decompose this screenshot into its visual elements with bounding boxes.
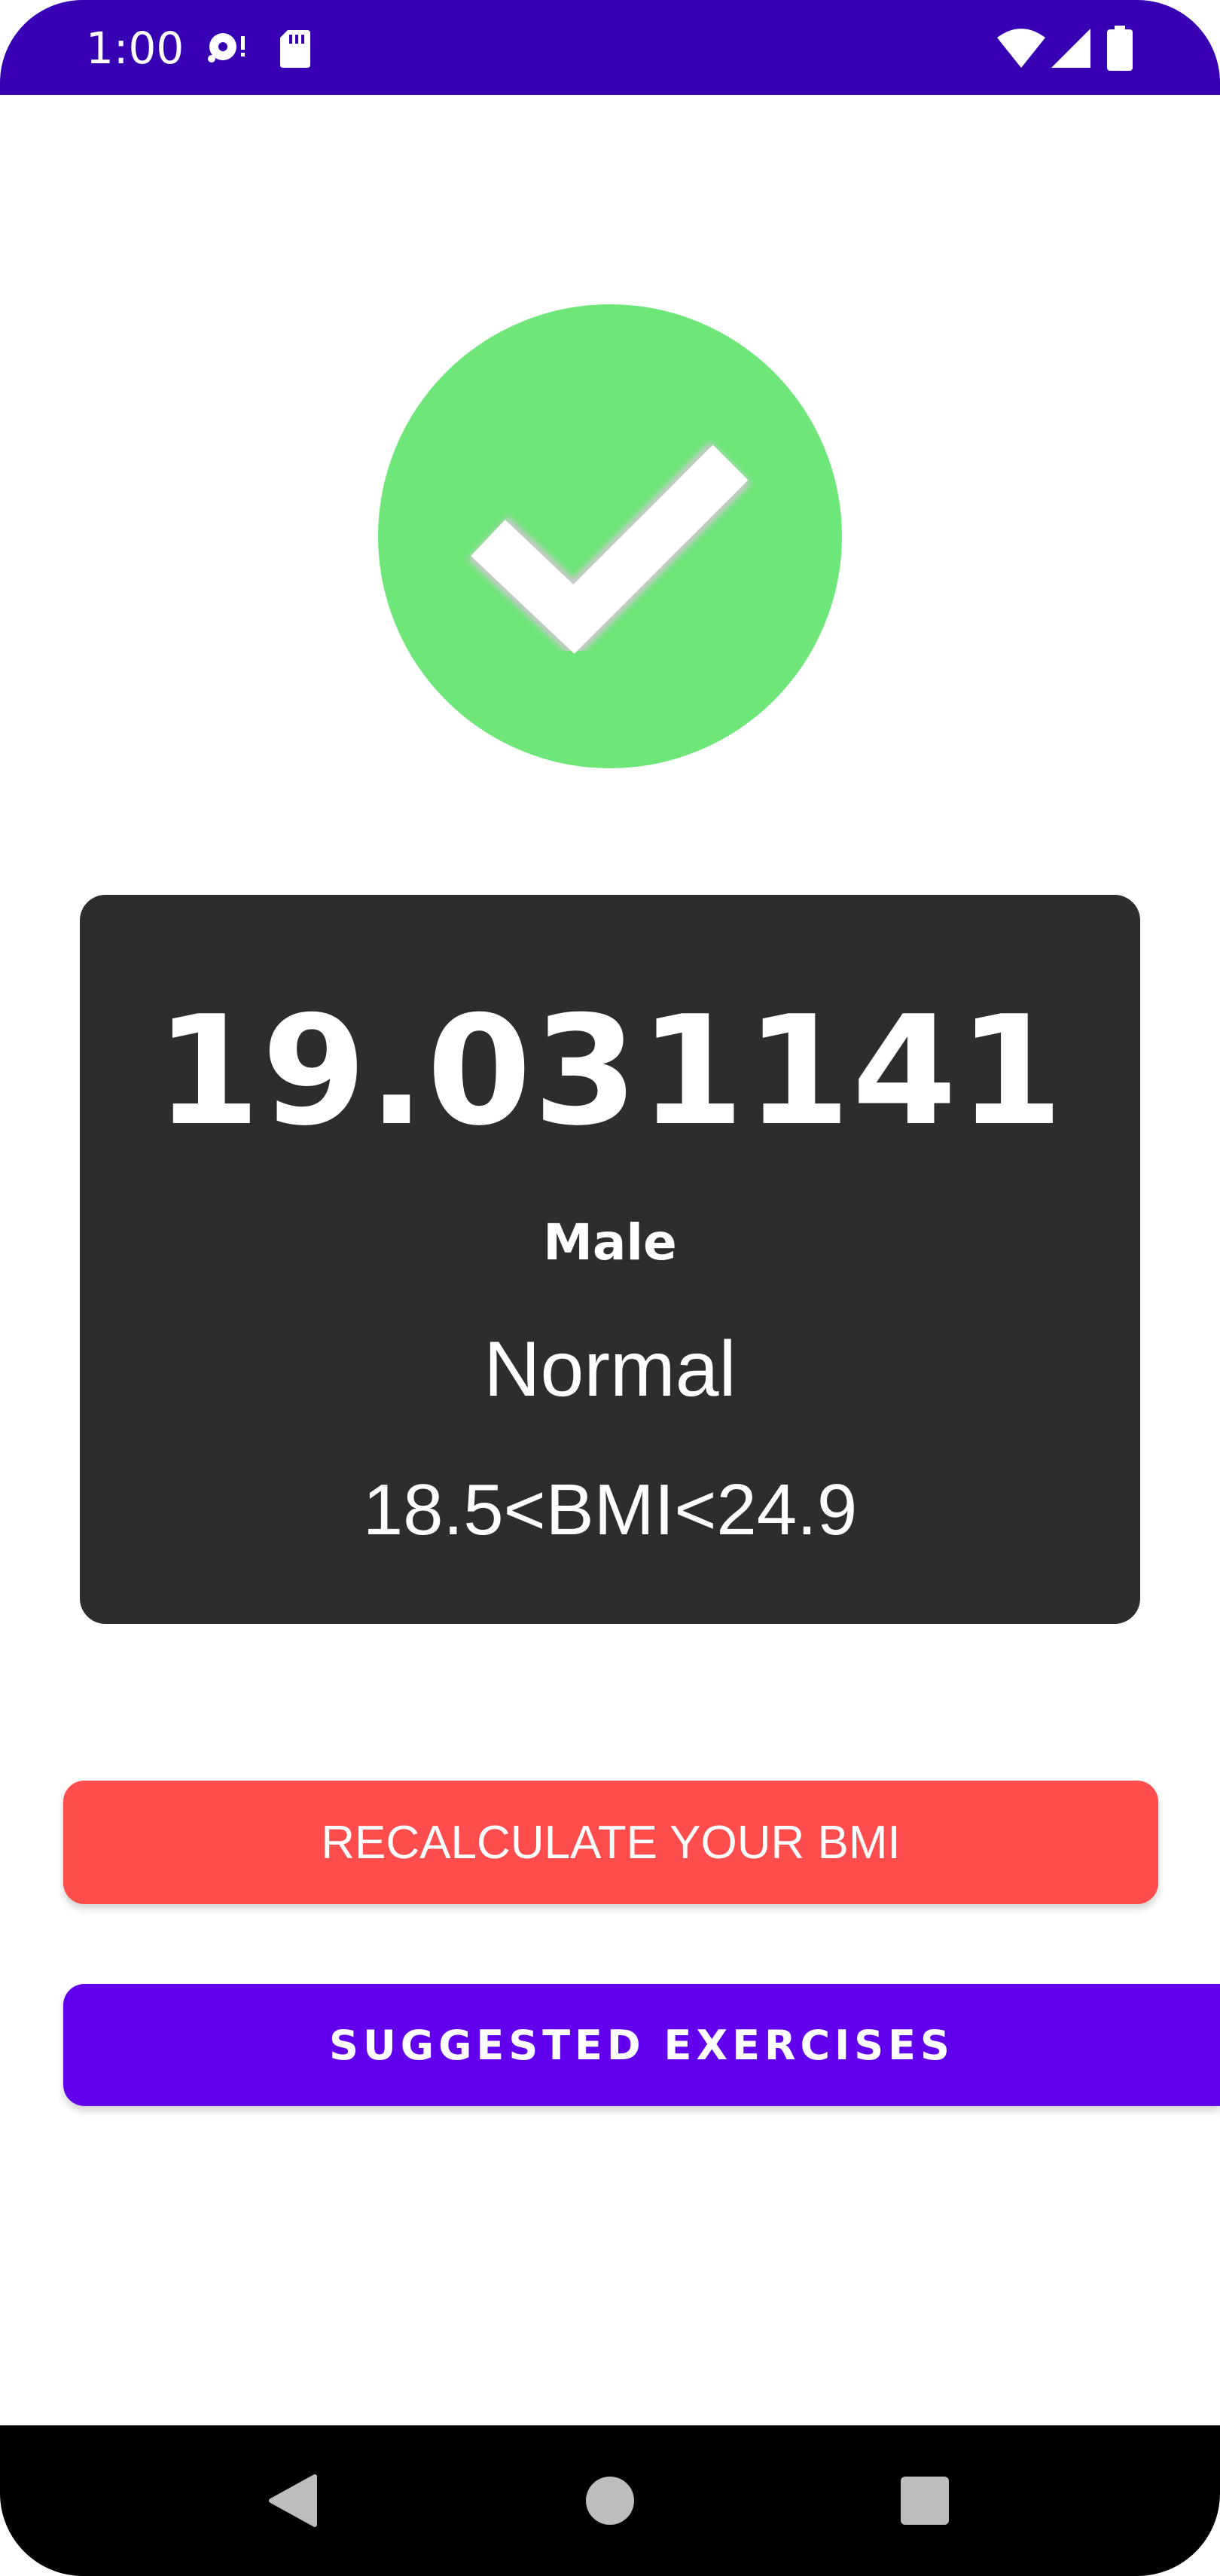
bmi-result-card: 19.031141 Male Normal 18.5<BMI<24.9 [80,895,1140,1624]
check-circle-icon [377,303,843,770]
navigation-bar [0,2425,1220,2576]
battery-icon [1107,26,1133,71]
sd-card-icon [280,30,310,68]
wifi-icon [997,29,1045,68]
bmi-range: 18.5<BMI<24.9 [362,1470,858,1550]
status-time: 1:00 [86,23,185,74]
bmi-category: Normal [483,1326,737,1413]
bmi-value: 19.031141 [155,984,1065,1159]
suggested-exercises-button[interactable]: SUGGESTED EXERCISES [63,1984,1220,2106]
bmi-result-screen: 1:00 19.031141 Male Normal 18.5<BMI<24.9… [0,0,1220,2576]
status-bar: 1:00 [0,0,1220,95]
back-icon[interactable] [265,2472,322,2529]
recalculate-bmi-button[interactable]: RECALCULATE YOUR BMI [63,1781,1158,1904]
recents-icon[interactable] [896,2472,953,2529]
media-icon [208,33,245,63]
home-icon[interactable] [581,2472,639,2529]
signal-icon [1051,29,1090,68]
gender-label: Male [543,1213,677,1271]
